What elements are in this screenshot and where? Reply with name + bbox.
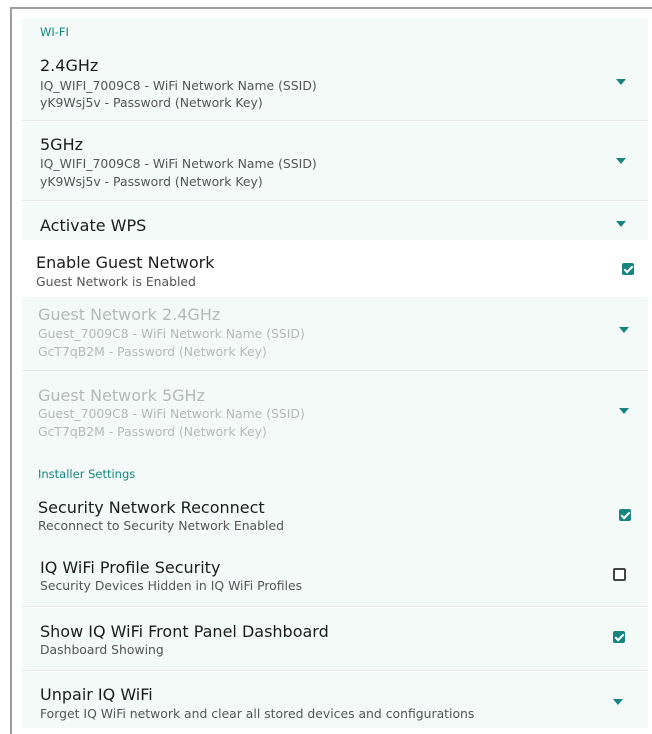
guest-band-5-row[interactable]: Guest Network 5GHz Guest_7009C8 - WiFi N… — [22, 372, 648, 453]
guest-5-key: GcT7qB2M - Password (Network Key) — [38, 424, 267, 439]
wps-title: Activate WPS — [40, 216, 147, 235]
dashboard-status: Dashboard Showing — [40, 642, 164, 657]
guest-5-title: Guest Network 5GHz — [38, 386, 205, 405]
dropdown-arrow-icon[interactable] — [619, 327, 629, 333]
band-5-key: yK9Wsj5v - Password (Network Key) — [40, 174, 263, 189]
wifi-section-label: WI-FI — [40, 25, 69, 39]
profile-security-title: IQ WiFi Profile Security — [40, 558, 221, 577]
band-5-ssid: IQ_WIFI_7009C8 - WiFi Network Name (SSID… — [40, 156, 317, 171]
checkbox-checked-icon[interactable] — [613, 631, 625, 643]
window-top-border — [10, 7, 652, 9]
checkbox-checked-icon[interactable] — [619, 509, 631, 521]
wifi-section-header: WI-FI — [22, 18, 648, 46]
dropdown-arrow-icon[interactable] — [616, 79, 626, 85]
security-reconnect-row[interactable]: Security Network Reconnect Reconnect to … — [22, 491, 648, 546]
guest-enable-status: Guest Network is Enabled — [36, 274, 196, 289]
installer-section-header: Installer Settings — [22, 453, 648, 491]
dropdown-arrow-icon[interactable] — [613, 699, 623, 705]
band-5-title: 5GHz — [40, 135, 84, 154]
band-24-ssid: IQ_WIFI_7009C8 - WiFi Network Name (SSID… — [40, 78, 317, 93]
front-panel-dashboard-row[interactable]: Show IQ WiFi Front Panel Dashboard Dashb… — [22, 608, 648, 671]
activate-wps-row[interactable]: Activate WPS — [22, 202, 648, 240]
guest-24-title: Guest Network 2.4GHz — [38, 305, 221, 324]
guest-24-key: GcT7qB2M - Password (Network Key) — [38, 344, 267, 359]
enable-guest-network-row[interactable]: Enable Guest Network Guest Network is En… — [22, 240, 648, 297]
installer-section-label: Installer Settings — [38, 467, 136, 481]
checkbox-empty-icon[interactable] — [613, 568, 626, 581]
wifi-band-5-row[interactable]: 5GHz IQ_WIFI_7009C8 - WiFi Network Name … — [22, 122, 648, 201]
band-24-key: yK9Wsj5v - Password (Network Key) — [40, 95, 263, 110]
dropdown-arrow-icon[interactable] — [619, 408, 629, 414]
unpair-desc: Forget IQ WiFi network and clear all sto… — [40, 706, 475, 721]
reconnect-title: Security Network Reconnect — [38, 498, 265, 517]
unpair-title: Unpair IQ WiFi — [40, 685, 153, 704]
guest-5-ssid: Guest_7009C8 - WiFi Network Name (SSID) — [38, 406, 305, 421]
checkbox-checked-icon[interactable] — [622, 263, 634, 275]
unpair-iq-wifi-row[interactable]: Unpair IQ WiFi Forget IQ WiFi network an… — [22, 672, 648, 728]
wifi-band-24-row[interactable]: 2.4GHz IQ_WIFI_7009C8 - WiFi Network Nam… — [22, 46, 648, 121]
guest-24-ssid: Guest_7009C8 - WiFi Network Name (SSID) — [38, 326, 305, 341]
window-left-border — [10, 7, 12, 734]
profile-security-status: Security Devices Hidden in IQ WiFi Profi… — [40, 578, 303, 593]
dropdown-arrow-icon[interactable] — [616, 221, 626, 227]
band-24-title: 2.4GHz — [40, 56, 99, 75]
reconnect-status: Reconnect to Security Network Enabled — [38, 518, 284, 533]
profile-security-row[interactable]: IQ WiFi Profile Security Security Device… — [22, 546, 648, 607]
guest-enable-title: Enable Guest Network — [36, 253, 215, 272]
dashboard-title: Show IQ WiFi Front Panel Dashboard — [40, 622, 329, 641]
guest-band-24-row[interactable]: Guest Network 2.4GHz Guest_7009C8 - WiFi… — [22, 297, 648, 371]
dropdown-arrow-icon[interactable] — [616, 158, 626, 164]
